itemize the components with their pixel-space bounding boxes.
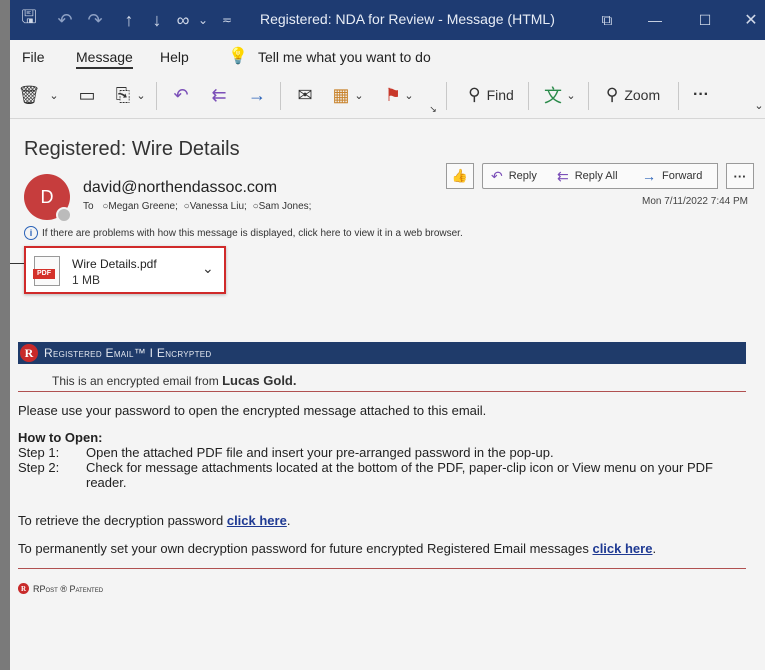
- find-button[interactable]: ⚲ Find: [456, 82, 526, 108]
- close-icon[interactable]: ✕: [740, 9, 762, 31]
- divider: [18, 568, 746, 569]
- maximize-icon[interactable]: ☐: [694, 9, 716, 31]
- more-actions-button[interactable]: ···: [726, 163, 754, 189]
- categorize-dropdown-icon[interactable]: ⌄: [354, 82, 364, 108]
- minimize-icon[interactable]: —: [644, 9, 666, 31]
- archive-icon[interactable]: ▭: [74, 82, 100, 108]
- like-button[interactable]: 👍: [446, 163, 474, 189]
- how-to-heading: How to Open:: [18, 430, 103, 445]
- intro-text: Please use your password to open the enc…: [18, 403, 487, 418]
- divider: [446, 82, 447, 110]
- tell-me-search[interactable]: Tell me what you want to do: [258, 49, 431, 65]
- ribbon-display-icon[interactable]: ⧉: [596, 9, 618, 31]
- translate-icon[interactable]: 文: [538, 82, 568, 108]
- divider: [156, 82, 157, 110]
- menu-bar: File Message Help 💡 Tell me what you wan…: [10, 40, 765, 74]
- divider: [678, 82, 679, 110]
- recipients-line: To ○Megan Greene; ○Vanessa Liu; ○Sam Jon…: [83, 201, 312, 212]
- outlook-window: 🖫 ↶ ↷ ↑ ↓ ∞ ⌄ ≂ Registered: NDA for Revi…: [10, 0, 765, 670]
- callout-line: [10, 263, 24, 264]
- flag-dropdown-icon[interactable]: ⌄: [404, 82, 414, 108]
- dropdown-icon[interactable]: ⌄: [192, 9, 214, 31]
- move-dropdown-icon[interactable]: ⌄: [136, 82, 146, 108]
- retrieve-password-line: To retrieve the decryption password clic…: [18, 513, 291, 528]
- flag-icon[interactable]: ⚑: [382, 82, 404, 108]
- recipient[interactable]: Megan Greene;: [108, 201, 178, 212]
- lightbulb-icon: 💡: [228, 48, 248, 65]
- divider: [528, 82, 529, 110]
- forward-button[interactable]: → Forward: [634, 163, 718, 189]
- attachment-name: Wire Details.pdf: [72, 257, 157, 271]
- categorize-icon[interactable]: ▦: [328, 82, 354, 108]
- reply-all-icon: ⇇: [557, 167, 569, 184]
- search-icon: ⚲: [468, 85, 481, 104]
- save-icon[interactable]: 🖫: [18, 7, 40, 31]
- forward-icon: →: [642, 168, 656, 184]
- retrieve-password-link[interactable]: click here: [227, 513, 287, 528]
- presence-status-icon: [56, 207, 72, 223]
- rpost-logo-icon: R: [18, 583, 29, 594]
- menu-help[interactable]: Help: [160, 49, 189, 65]
- redo-icon[interactable]: ↷: [84, 9, 106, 31]
- set-password-line: To permanently set your own decryption p…: [18, 541, 657, 556]
- sender-name: Lucas Gold.: [222, 373, 297, 388]
- message-date: Mon 7/11/2022 7:44 PM: [642, 196, 748, 207]
- quick-steps-icon[interactable]: ✉: [292, 82, 318, 108]
- more-commands-button[interactable]: ···: [686, 82, 716, 108]
- step-row: Step 2: Check for message attachments lo…: [18, 460, 713, 490]
- recipient[interactable]: Vanessa Liu;: [190, 201, 247, 212]
- info-bar[interactable]: i If there are problems with how this me…: [24, 226, 463, 240]
- link-icon[interactable]: ∞: [172, 9, 194, 31]
- reply-icon: ↶: [491, 167, 503, 184]
- undo-icon[interactable]: ↶: [54, 9, 76, 31]
- set-password-link[interactable]: click here: [592, 541, 652, 556]
- encrypted-notice: This is an encrypted email from Lucas Go…: [52, 373, 297, 388]
- pdf-file-icon: PDF: [33, 256, 60, 286]
- reply-icon[interactable]: ↶: [168, 82, 194, 108]
- rpost-footer: R RPost ® Patented: [18, 583, 103, 594]
- sender-address[interactable]: david@northendassoc.com: [83, 179, 277, 197]
- zoom-icon: ⚲: [605, 85, 619, 104]
- up-arrow-icon[interactable]: ↑: [118, 9, 140, 31]
- zoom-button[interactable]: ⚲ Zoom: [596, 82, 670, 108]
- delete-dropdown-icon[interactable]: ⌄: [48, 82, 60, 108]
- delete-icon[interactable]: 🗑: [18, 82, 41, 108]
- recipient[interactable]: Sam Jones;: [259, 201, 312, 212]
- info-icon: i: [24, 226, 38, 240]
- attachment-size: 1 MB: [72, 273, 101, 287]
- divider: [588, 82, 589, 110]
- menu-file[interactable]: File: [22, 49, 45, 65]
- reading-pane: Registered: Wire Details D david@northen…: [10, 119, 765, 670]
- move-icon[interactable]: ⎘: [110, 82, 136, 108]
- down-arrow-icon[interactable]: ↓: [146, 9, 168, 31]
- reply-button[interactable]: ↶ Reply: [482, 163, 550, 189]
- divider: [18, 391, 746, 392]
- chevron-down-icon[interactable]: ⌄: [202, 260, 214, 277]
- reply-all-button[interactable]: ⇇ Reply All: [549, 163, 635, 189]
- ribbon-toolbar: 🗑 ⌄ ▭ ⎘ ⌄ ↶ ⇇ → ✉ ▦ ⌄ ⚑ ⌄ ↘ ⚲ Find 文 ⌄ ⚲…: [10, 74, 765, 119]
- attachment-card[interactable]: PDF Wire Details.pdf 1 MB ⌄: [24, 246, 226, 294]
- customize-icon[interactable]: ≂: [216, 9, 238, 31]
- banner-text: Registered Email™ I Encrypted: [44, 346, 212, 360]
- instructions: How to Open: Step 1: Open the attached P…: [18, 430, 738, 490]
- translate-dropdown-icon[interactable]: ⌄: [566, 82, 576, 108]
- window-title: Registered: NDA for Review - Message (HT…: [260, 11, 555, 27]
- menu-message[interactable]: Message: [76, 49, 133, 69]
- thumbs-up-icon: 👍: [451, 168, 469, 183]
- message-subject: Registered: Wire Details: [24, 138, 240, 160]
- rpost-logo-icon: R: [20, 344, 38, 362]
- step-row: Step 1: Open the attached PDF file and i…: [18, 445, 554, 460]
- forward-icon[interactable]: →: [244, 82, 270, 108]
- reply-all-icon[interactable]: ⇇: [206, 82, 232, 108]
- registered-email-banner: R Registered Email™ I Encrypted: [18, 342, 746, 364]
- collapse-ribbon-icon[interactable]: ⌄: [754, 92, 764, 118]
- title-bar: 🖫 ↶ ↷ ↑ ↓ ∞ ⌄ ≂ Registered: NDA for Revi…: [10, 0, 765, 40]
- divider: [280, 82, 281, 110]
